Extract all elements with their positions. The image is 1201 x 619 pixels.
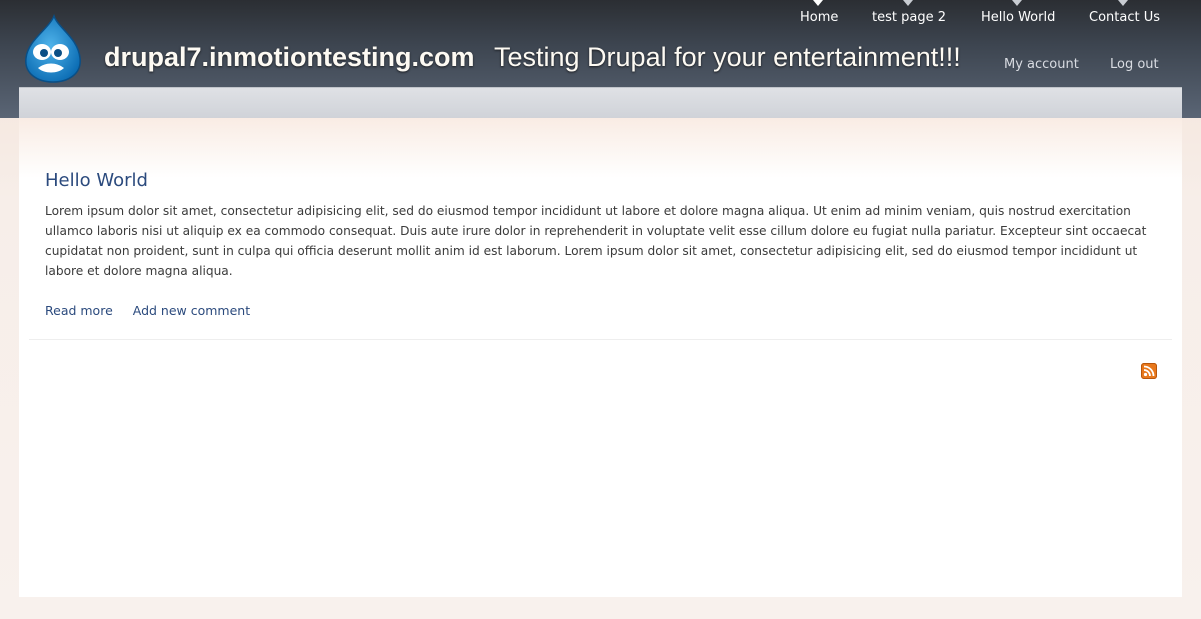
menu-indicator-icon [1118,0,1128,6]
main-menu-test-page-2[interactable]: test page 2 [872,10,946,25]
rss-feed-icon[interactable] [1141,363,1157,379]
menu-indicator-icon [1012,0,1022,6]
main-menu-contact-us[interactable]: Contact Us [1089,10,1160,25]
site-name[interactable]: drupal7.inmotiontesting.com [104,42,475,73]
main-menu-hello-world[interactable]: Hello World [981,10,1055,25]
main-content: Hello World Lorem ipsum dolor sit amet, … [19,87,1182,597]
log-out-link[interactable]: Log out [1110,57,1159,72]
read-more-link[interactable]: Read more [45,303,113,318]
my-account-link[interactable]: My account [1004,57,1079,72]
divider [29,339,1172,340]
main-menu-home[interactable]: Home [800,10,838,25]
node-title[interactable]: Hello World [45,170,148,191]
featured-region-bar [19,87,1182,119]
menu-indicator-icon [903,0,913,6]
active-menu-indicator-icon [813,0,823,6]
add-new-comment-link[interactable]: Add new comment [133,303,250,318]
drupal-logo-icon[interactable] [20,14,86,84]
content-background [19,118,1182,178]
site-slogan: Testing Drupal for your entertainment!!! [494,42,961,72]
node-body: Lorem ipsum dolor sit amet, consectetur … [45,204,1147,278]
node-links: Read more Add new comment [45,303,266,318]
